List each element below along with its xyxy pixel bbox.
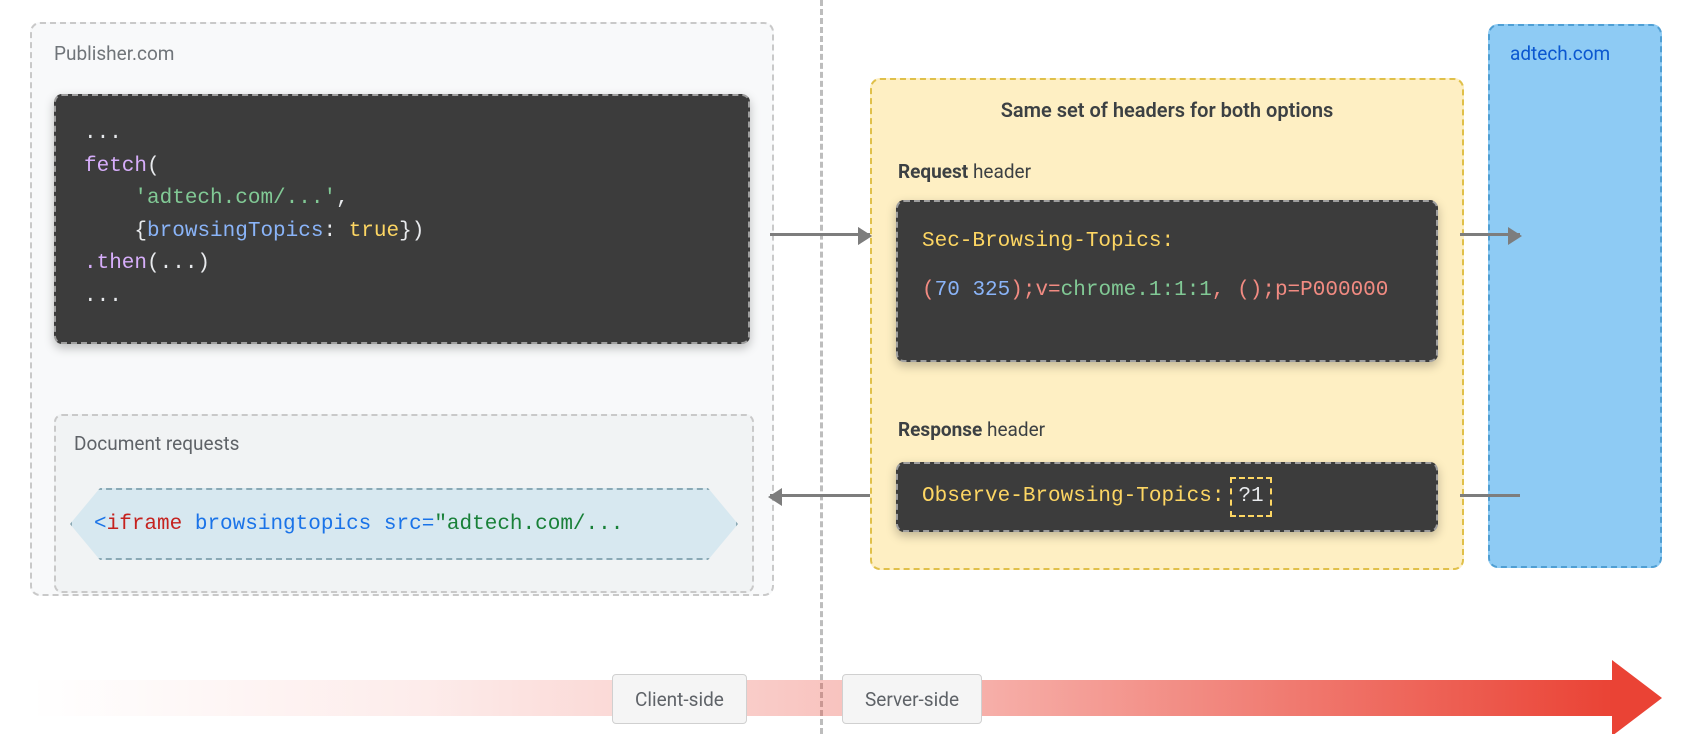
- code-text: }: [399, 220, 412, 243]
- iframe-tagname: iframe: [107, 513, 183, 536]
- code-string: 'adtech.com/...': [134, 187, 336, 210]
- response-header-value: ?1: [1230, 477, 1271, 518]
- adtech-title: adtech.com: [1510, 42, 1610, 65]
- headers-panel: Same set of headers for both options Req…: [870, 78, 1464, 570]
- server-side-pill: Server-side: [842, 674, 982, 724]
- code-text: (): [1237, 279, 1262, 302]
- gradient-body: [30, 680, 1612, 716]
- code-text: [960, 279, 973, 302]
- document-requests-title: Document requests: [74, 432, 239, 455]
- code-text: ...: [84, 122, 122, 145]
- code-text: ...: [84, 285, 122, 308]
- topic-id-2: 325: [972, 279, 1010, 302]
- arrow-segment: [770, 233, 870, 236]
- client-server-divider: [820, 0, 823, 734]
- iframe-src-value: "adtech.com/...: [434, 513, 623, 536]
- client-side-pill: Client-side: [612, 674, 747, 724]
- code-text: ): [412, 220, 425, 243]
- request-header-code: Sec-Browsing-Topics: (70 325);v=chrome.1…: [896, 200, 1438, 362]
- code-text: {: [134, 220, 147, 243]
- fetch-code-block: ... fetch( 'adtech.com/...', {browsingTo…: [54, 94, 750, 344]
- code-text: );v=: [1010, 279, 1060, 302]
- header-name: Sec-Browsing-Topics:: [922, 230, 1174, 253]
- response-header-code: Observe-Browsing-Topics: ?1: [896, 462, 1438, 532]
- request-header-label: Request header: [898, 160, 1031, 183]
- code-text: ;p=: [1262, 279, 1300, 302]
- topic-id-1: 70: [935, 279, 960, 302]
- iframe-tag-strip: <iframe browsingtopics src="adtech.com/.…: [70, 488, 738, 560]
- code-text: :: [323, 220, 348, 243]
- code-option-value: true: [349, 220, 399, 243]
- client-server-gradient-arrow: Client-side Server-side: [30, 660, 1662, 734]
- code-text: <: [94, 513, 107, 536]
- adtech-panel: adtech.com: [1488, 24, 1662, 568]
- label-bold: Request: [898, 160, 968, 183]
- code-text: ,: [1212, 279, 1237, 302]
- code-text: (...): [147, 252, 210, 275]
- code-keyword-fetch: fetch: [84, 155, 147, 178]
- response-header-label: Response header: [898, 418, 1045, 441]
- code-text: (: [147, 155, 160, 178]
- padding-value: P000000: [1300, 279, 1388, 302]
- iframe-attr: browsingtopics: [195, 513, 371, 536]
- publisher-title: Publisher.com: [54, 42, 174, 65]
- headers-panel-title: Same set of headers for both options: [872, 98, 1462, 122]
- label-text: header: [982, 418, 1045, 441]
- label-text: header: [968, 160, 1031, 183]
- arrow-right-icon: [1460, 233, 1520, 236]
- arrow-left-icon: [770, 494, 870, 497]
- diagram-stage: Publisher.com ... fetch( 'adtech.com/...…: [0, 0, 1692, 734]
- label-bold: Response: [898, 418, 982, 441]
- iframe-src-key: src=: [384, 513, 434, 536]
- chrome-version: chrome.1:1:1: [1061, 279, 1212, 302]
- code-option-key: browsingTopics: [147, 220, 323, 243]
- arrow-segment: [1460, 494, 1520, 497]
- code-text: ,: [336, 187, 349, 210]
- document-requests-panel: Document requests <iframe browsingtopics…: [54, 414, 754, 593]
- code-then: .then: [84, 252, 147, 275]
- gradient-arrowhead-icon: [1612, 660, 1662, 734]
- publisher-panel: Publisher.com ... fetch( 'adtech.com/...…: [30, 22, 774, 596]
- header-name: Observe-Browsing-Topics:: [922, 481, 1224, 514]
- code-text: (: [922, 279, 935, 302]
